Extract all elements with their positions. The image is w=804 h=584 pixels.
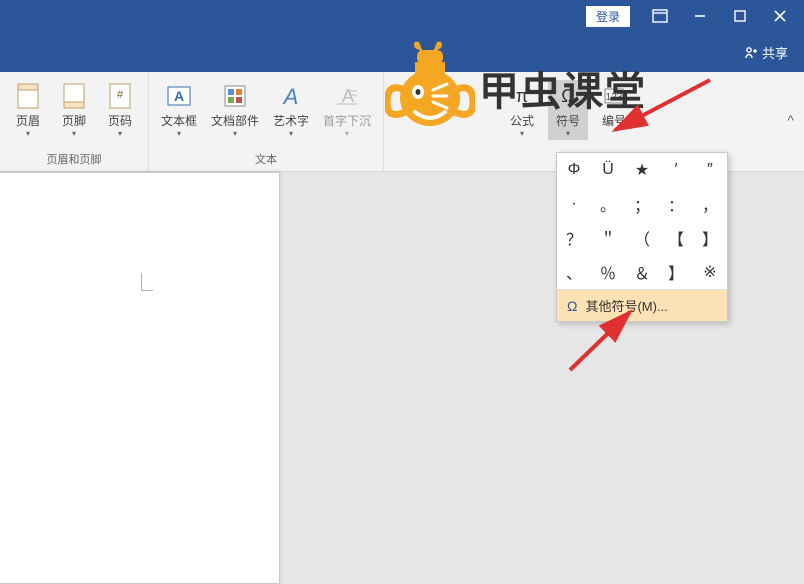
drop-cap-label: 首字下沉 — [323, 112, 371, 129]
drop-cap-icon: A — [333, 82, 361, 110]
footer-button[interactable]: 页脚 ▾ — [54, 80, 94, 140]
svg-text:Ω: Ω — [561, 86, 574, 106]
symbol-cell[interactable]: 、 — [557, 255, 591, 289]
wordart-label: 艺术字 — [273, 112, 309, 129]
svg-text:A: A — [342, 86, 354, 106]
symbol-cell[interactable]: 】 — [659, 255, 693, 289]
group-label-header-footer: 页眉和页脚 — [47, 149, 102, 169]
symbol-cell[interactable]: 】 — [693, 221, 727, 255]
minimize-button[interactable] — [680, 2, 720, 30]
symbol-cell[interactable]: ， — [693, 187, 727, 221]
account-settings-icon[interactable] — [640, 2, 680, 30]
symbol-icon: Ω — [554, 82, 582, 110]
symbol-dropdown-panel: Φ Ü ★ ′ ″ · 。 ； ： ， ？ ＂ （ 【 】 、 ％ ＆ 】 ※ … — [556, 152, 728, 322]
symbol-cell[interactable]: ′ — [659, 153, 693, 187]
symbol-cell[interactable]: ％ — [591, 255, 625, 289]
collapse-ribbon-icon[interactable]: ^ — [787, 112, 794, 128]
chevron-down-icon: ▾ — [233, 129, 237, 138]
quick-parts-icon — [221, 82, 249, 110]
more-symbols-label: 其他符号(M)... — [585, 296, 667, 315]
footer-icon — [60, 82, 88, 110]
chevron-down-icon: ▾ — [118, 129, 122, 138]
symbol-cell[interactable]: 。 — [591, 187, 625, 221]
chevron-down-icon: ▾ — [566, 129, 570, 138]
sharebar: 共享 — [0, 32, 804, 72]
svg-text:A: A — [174, 88, 184, 104]
quick-parts-button[interactable]: 文档部件 ▾ — [207, 80, 263, 140]
header-icon — [14, 82, 42, 110]
symbol-cell[interactable]: ？ — [557, 221, 591, 255]
maximize-button[interactable] — [720, 2, 760, 30]
equation-icon: π — [508, 82, 536, 110]
number-button[interactable]: 123 编号 — [594, 80, 634, 131]
ribbon-group-header-footer: 页眉 ▾ 页脚 ▾ # 页码 ▾ 页眉和页脚 — [0, 72, 149, 171]
symbol-cell[interactable]: ★ — [625, 153, 659, 187]
titlebar: 登录 — [0, 0, 804, 32]
textbox-button[interactable]: A 文本框 ▾ — [157, 80, 201, 140]
symbol-cell[interactable]: ； — [625, 187, 659, 221]
wordart-button[interactable]: A 艺术字 ▾ — [269, 80, 313, 140]
chevron-down-icon: ▾ — [520, 129, 524, 138]
chevron-down-icon: ▾ — [26, 129, 30, 138]
symbol-cell[interactable]: 【 — [659, 221, 693, 255]
close-button[interactable] — [760, 2, 800, 30]
chevron-down-icon: ▾ — [72, 129, 76, 138]
symbol-cell[interactable]: ： — [659, 187, 693, 221]
footer-label: 页脚 — [62, 112, 86, 129]
symbol-cell[interactable]: Ü — [591, 153, 625, 187]
quick-parts-label: 文档部件 — [211, 112, 259, 129]
svg-text:A: A — [282, 84, 299, 109]
ribbon-group-text: A 文本框 ▾ 文档部件 ▾ A 艺术字 ▾ A — [149, 72, 384, 171]
symbol-cell[interactable]: · — [557, 187, 591, 221]
more-symbols-button[interactable]: Ω 其他符号(M)... — [557, 289, 727, 321]
number-icon: 123 — [600, 82, 628, 110]
page-number-label: 页码 — [108, 112, 132, 129]
header-label: 页眉 — [16, 112, 40, 129]
symbol-cell[interactable]: ※ — [693, 255, 727, 289]
symbol-button[interactable]: Ω 符号 ▾ — [548, 80, 588, 140]
equation-button[interactable]: π 公式 ▾ — [502, 80, 542, 140]
textbox-icon: A — [165, 82, 193, 110]
omega-icon: Ω — [567, 298, 577, 314]
chevron-down-icon: ▾ — [345, 129, 349, 138]
number-label: 编号 — [602, 112, 626, 129]
login-button[interactable]: 登录 — [586, 6, 630, 27]
page-number-button[interactable]: # 页码 ▾ — [100, 80, 140, 140]
symbol-cell[interactable]: （ — [625, 221, 659, 255]
textbox-label: 文本框 — [161, 112, 197, 129]
header-button[interactable]: 页眉 ▾ — [8, 80, 48, 140]
equation-label: 公式 — [510, 112, 534, 129]
svg-text:π: π — [516, 86, 528, 106]
symbol-cell[interactable]: Φ — [557, 153, 591, 187]
symbol-grid: Φ Ü ★ ′ ″ · 。 ； ： ， ？ ＂ （ 【 】 、 ％ ＆ 】 ※ — [557, 153, 727, 289]
document-page[interactable] — [0, 172, 280, 584]
chevron-down-icon: ▾ — [289, 129, 293, 138]
symbol-cell[interactable]: ″ — [693, 153, 727, 187]
chevron-down-icon: ▾ — [177, 129, 181, 138]
drop-cap-button[interactable]: A 首字下沉 ▾ — [319, 80, 375, 140]
share-button[interactable]: 共享 — [744, 43, 788, 62]
share-label: 共享 — [762, 43, 788, 62]
page-number-icon: # — [106, 82, 134, 110]
symbol-cell[interactable]: ＂ — [591, 221, 625, 255]
svg-text:123: 123 — [606, 92, 623, 103]
svg-text:#: # — [117, 89, 124, 101]
symbol-cell[interactable]: ＆ — [625, 255, 659, 289]
wordart-icon: A — [277, 82, 305, 110]
text-cursor — [141, 273, 153, 291]
symbol-label: 符号 — [556, 112, 580, 129]
group-label-text: 文本 — [255, 149, 277, 169]
